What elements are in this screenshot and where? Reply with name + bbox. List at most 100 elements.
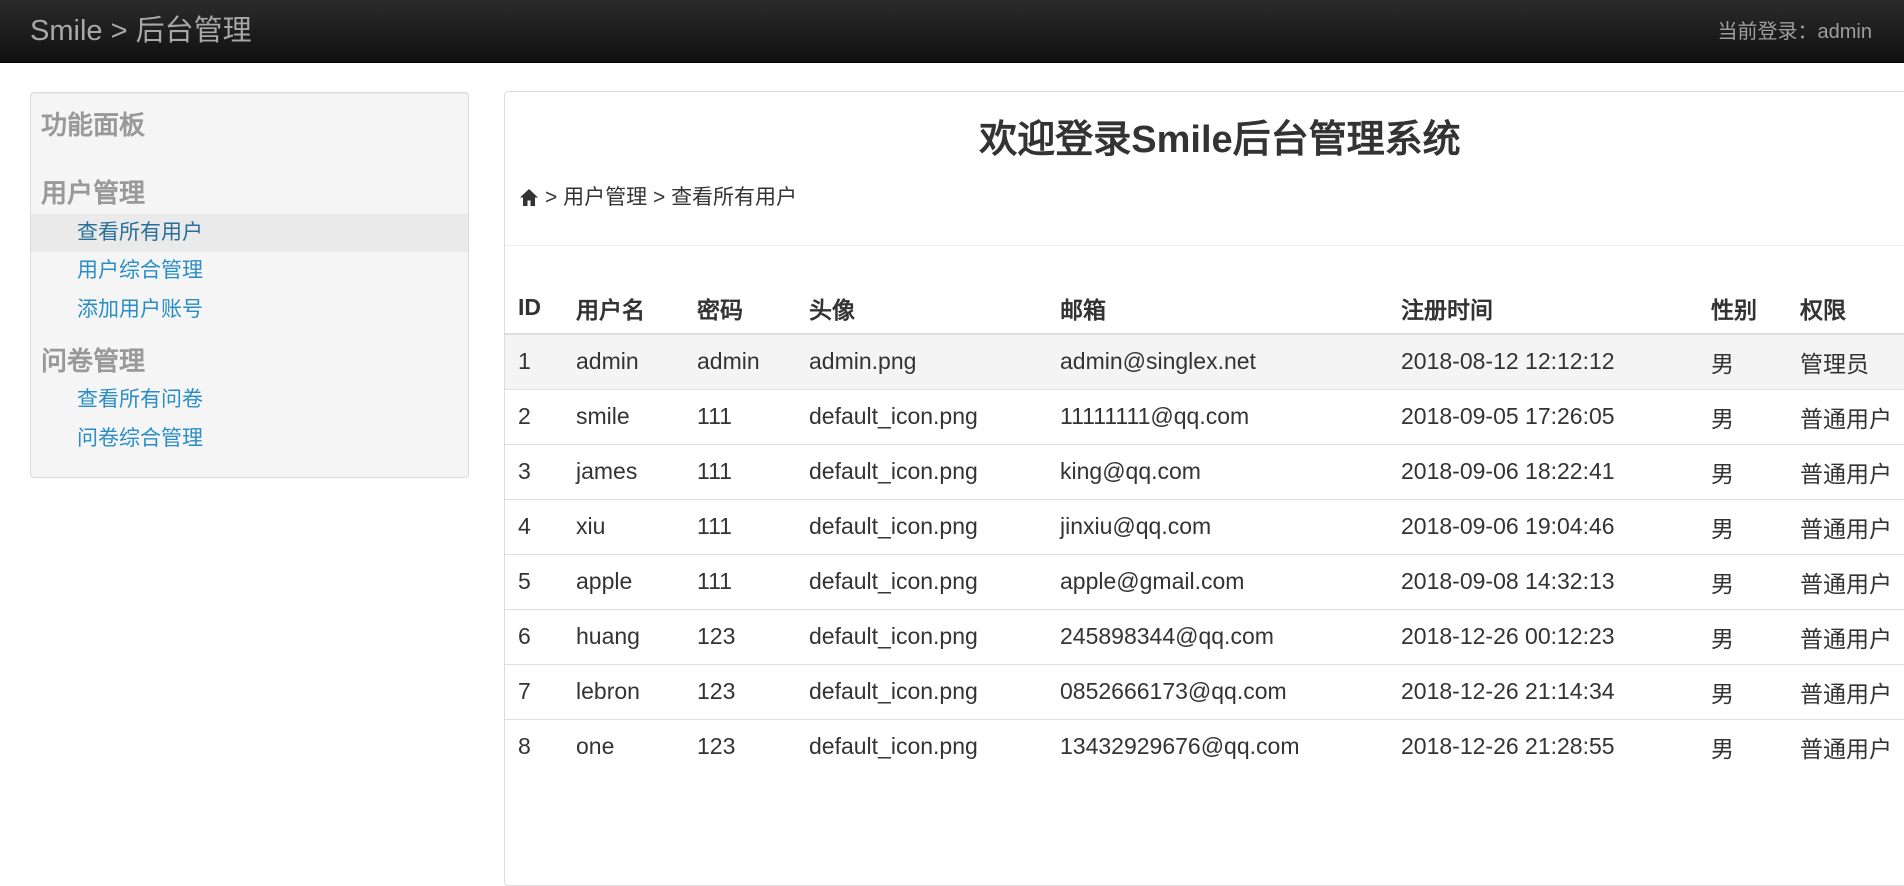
cell-email: admin@singlex.net — [1047, 334, 1388, 389]
column-header-permission: 权限 — [1787, 282, 1904, 335]
cell-avatar: default_icon.png — [796, 718, 1047, 774]
sidebar-panel: 功能面板 用户管理 查看所有用户 用户综合管理 添加用户账号 问卷管理 查看所有… — [30, 92, 469, 478]
cell-password: 111 — [684, 443, 796, 499]
cell-password: 123 — [684, 663, 796, 719]
cell-gender: 男 — [1698, 553, 1787, 609]
table-row: 1 admin admin admin.png admin@singlex.net 201… — [505, 334, 1904, 389]
cell-password: 111 — [684, 498, 796, 554]
cell-avatar: default_icon.png — [796, 608, 1047, 664]
cell-gender: 男 — [1698, 388, 1787, 444]
cell-gender: 男 — [1698, 498, 1787, 554]
sidebar-group-survey-management: 问卷管理 — [41, 346, 146, 376]
cell-permission: 普通用户 — [1787, 388, 1904, 444]
brand-title[interactable]: Smile > 后台管理 — [30, 13, 252, 49]
cell-permission: 管理员 — [1787, 334, 1904, 389]
cell-email: 245898344@qq.com — [1047, 608, 1388, 664]
cell-gender: 男 — [1698, 608, 1787, 664]
column-header-password: 密码 — [684, 282, 796, 335]
cell-register-time: 2018-12-26 21:14:34 — [1388, 663, 1698, 719]
column-header-email: 邮箱 — [1047, 282, 1388, 335]
column-header-avatar: 头像 — [796, 282, 1047, 335]
cell-email: 0852666173@qq.com — [1047, 663, 1388, 719]
table-row: 4 xiu 111 default_icon.png jinxiu@qq.com 2018… — [505, 498, 1904, 554]
column-header-register-time: 注册时间 — [1388, 282, 1698, 335]
cell-id: 4 — [505, 498, 563, 554]
cell-username: huang — [563, 608, 684, 664]
cell-id: 1 — [505, 334, 563, 389]
cell-gender: 男 — [1698, 663, 1787, 719]
cell-avatar: default_icon.png — [796, 498, 1047, 554]
cell-register-time: 2018-09-06 19:04:46 — [1388, 498, 1698, 554]
cell-password: admin — [684, 334, 796, 389]
cell-email: king@qq.com — [1047, 443, 1388, 499]
breadcrumb-item-user-management[interactable]: 用户管理 — [563, 186, 647, 209]
cell-password: 111 — [684, 388, 796, 444]
cell-email: 11111111@qq.com — [1047, 388, 1388, 444]
sidebar-item-add-user[interactable]: 添加用户账号 — [31, 291, 468, 329]
breadcrumb-separator: > — [652, 186, 666, 209]
sidebar-item-user-management[interactable]: 用户综合管理 — [31, 252, 468, 290]
cell-gender: 男 — [1698, 443, 1787, 499]
cell-avatar: default_icon.png — [796, 388, 1047, 444]
sidebar-group-user-management: 用户管理 — [41, 178, 146, 208]
table-row: 8 one 123 default_icon.png 13432929676@qq.co… — [505, 718, 1904, 774]
cell-permission: 普通用户 — [1787, 608, 1904, 664]
top-navbar: Smile > 后台管理 当前登录：admin — [0, 0, 1904, 63]
cell-register-time: 2018-09-05 17:26:05 — [1388, 388, 1698, 444]
cell-email: 13432929676@qq.com — [1047, 718, 1388, 774]
column-header-username: 用户名 — [563, 282, 684, 335]
users-table: ID 用户名 密码 头像 邮箱 注册时间 性别 权限 1 admin admin ad… — [505, 282, 1904, 774]
sidebar-item-survey-management[interactable]: 问卷综合管理 — [31, 420, 468, 458]
cell-permission: 普通用户 — [1787, 553, 1904, 609]
divider — [505, 245, 1904, 246]
breadcrumb-item-view-all-users: 查看所有用户 — [671, 186, 798, 209]
cell-username: lebron — [563, 663, 684, 719]
cell-permission: 普通用户 — [1787, 718, 1904, 774]
page-title: 欢迎登录Smile后台管理系统 — [979, 119, 1461, 161]
cell-id: 7 — [505, 663, 563, 719]
cell-avatar: default_icon.png — [796, 663, 1047, 719]
home-icon[interactable] — [519, 188, 539, 207]
sidebar-item-view-all-users[interactable]: 查看所有用户 — [31, 214, 468, 252]
column-header-id: ID — [505, 282, 563, 335]
table-header-row: ID 用户名 密码 头像 邮箱 注册时间 性别 权限 — [505, 282, 1904, 335]
cell-username: xiu — [563, 498, 684, 554]
breadcrumb: > 用户管理 > 查看所有用户 — [519, 184, 797, 212]
cell-email: apple@gmail.com — [1047, 553, 1388, 609]
cell-username: smile — [563, 388, 684, 444]
column-header-gender: 性别 — [1698, 282, 1787, 335]
cell-register-time: 2018-08-12 12:12:12 — [1388, 334, 1698, 389]
cell-permission: 普通用户 — [1787, 663, 1904, 719]
cell-register-time: 2018-09-08 14:32:13 — [1388, 553, 1698, 609]
cell-username: james — [563, 443, 684, 499]
login-status: 当前登录：admin — [1717, 21, 1872, 43]
table-row: 3 james 111 default_icon.png king@qq.com 2018… — [505, 443, 1904, 499]
cell-avatar: default_icon.png — [796, 443, 1047, 499]
cell-register-time: 2018-12-26 00:12:23 — [1388, 608, 1698, 664]
cell-register-time: 2018-09-06 18:22:41 — [1388, 443, 1698, 499]
table-row: 7 lebron 123 default_icon.png 0852666173@qq.… — [505, 663, 1904, 719]
breadcrumb-separator: > — [545, 186, 558, 209]
cell-avatar: admin.png — [796, 334, 1047, 389]
cell-username: admin — [563, 334, 684, 389]
cell-id: 3 — [505, 443, 563, 499]
cell-email: jinxiu@qq.com — [1047, 498, 1388, 554]
cell-password: 123 — [684, 608, 796, 664]
table-row: 5 apple 111 default_icon.png apple@gmail.com… — [505, 553, 1904, 609]
table-row: 6 huang 123 default_icon.png 245898344@qq.co… — [505, 608, 1904, 664]
cell-permission: 普通用户 — [1787, 443, 1904, 499]
cell-register-time: 2018-12-26 21:28:55 — [1388, 718, 1698, 774]
cell-username: one — [563, 718, 684, 774]
cell-gender: 男 — [1698, 718, 1787, 774]
cell-permission: 普通用户 — [1787, 498, 1904, 554]
cell-id: 8 — [505, 718, 563, 774]
cell-password: 123 — [684, 718, 796, 774]
cell-gender: 男 — [1698, 334, 1787, 389]
cell-id: 2 — [505, 388, 563, 444]
cell-id: 6 — [505, 608, 563, 664]
cell-avatar: default_icon.png — [796, 553, 1047, 609]
table-row: 2 smile 111 default_icon.png 11111111@qq.com… — [505, 388, 1904, 444]
sidebar-item-view-all-surveys[interactable]: 查看所有问卷 — [31, 381, 468, 419]
cell-id: 5 — [505, 553, 563, 609]
main-panel: 欢迎登录Smile后台管理系统 > 用户管理 > 查看所有用户 ID 用户名 密… — [504, 91, 1904, 886]
